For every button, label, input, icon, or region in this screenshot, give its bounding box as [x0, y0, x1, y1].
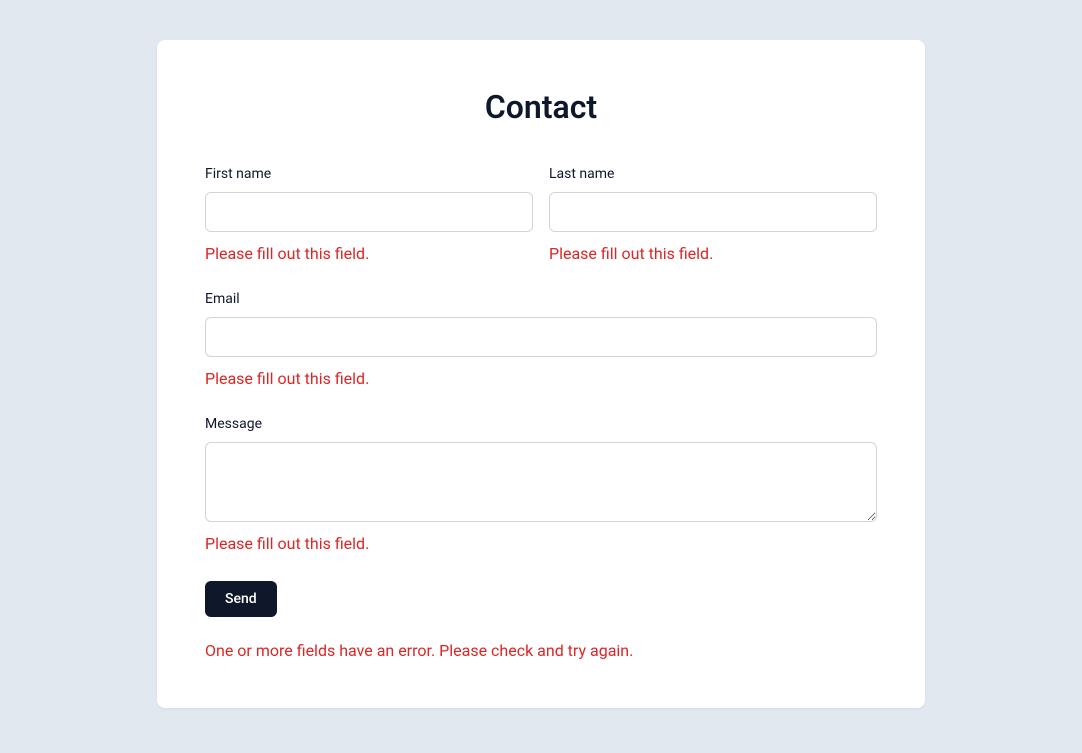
- form-error-message: One or more fields have an error. Please…: [205, 641, 877, 660]
- first-name-label: First name: [205, 166, 533, 182]
- first-name-field: First name Please fill out this field.: [205, 166, 533, 263]
- send-button[interactable]: Send: [205, 581, 277, 617]
- message-error: Please fill out this field.: [205, 534, 877, 553]
- message-label: Message: [205, 416, 877, 432]
- contact-form: First name Please fill out this field. L…: [205, 166, 877, 660]
- contact-form-card: Contact First name Please fill out this …: [157, 40, 925, 708]
- first-name-error: Please fill out this field.: [205, 244, 533, 263]
- email-error: Please fill out this field.: [205, 369, 877, 388]
- email-field: Email Please fill out this field.: [205, 291, 877, 388]
- last-name-field: Last name Please fill out this field.: [549, 166, 877, 263]
- last-name-error: Please fill out this field.: [549, 244, 877, 263]
- page-title: Contact: [205, 88, 877, 126]
- last-name-input[interactable]: [549, 192, 877, 232]
- email-label: Email: [205, 291, 877, 307]
- message-input[interactable]: [205, 442, 877, 522]
- last-name-label: Last name: [549, 166, 877, 182]
- first-name-input[interactable]: [205, 192, 533, 232]
- email-input[interactable]: [205, 317, 877, 357]
- name-row: First name Please fill out this field. L…: [205, 166, 877, 263]
- message-field: Message Please fill out this field.: [205, 416, 877, 553]
